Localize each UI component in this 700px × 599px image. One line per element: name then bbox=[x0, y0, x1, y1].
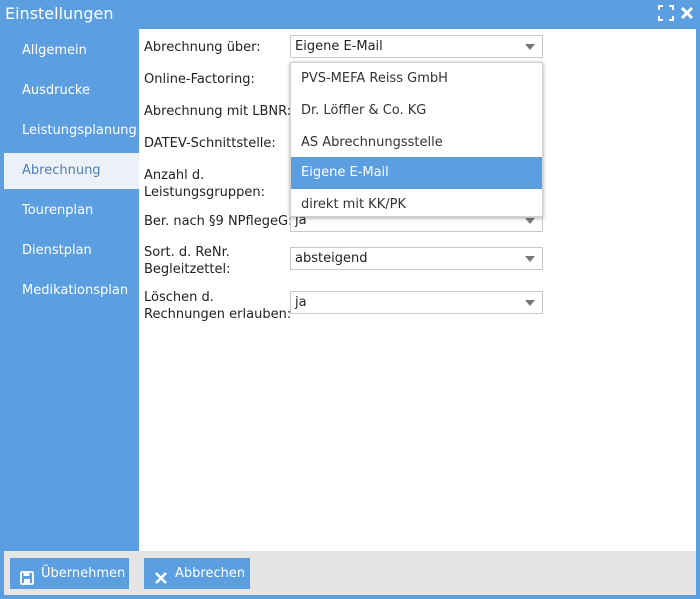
window-content: Allgemein Ausdrucke Leistungsplanung Abr… bbox=[4, 29, 696, 595]
datev-label: DATEV-Schnittstelle: bbox=[144, 136, 276, 151]
chevron-down-icon bbox=[525, 300, 535, 306]
sort-renr-select[interactable]: absteigend bbox=[290, 247, 543, 270]
sort-label-line1: Sort. d. ReNr. bbox=[144, 245, 230, 260]
loeschen-rechnungen-label: Löschen d. Rechnungen erlauben: bbox=[144, 289, 291, 323]
loeschen-label-line1: Löschen d. bbox=[144, 290, 214, 305]
abrechnung-lbnr-label: Abrechnung mit LBNR: bbox=[144, 104, 292, 119]
dropdown-option[interactable]: PVS-MEFA Reiss GmbH bbox=[291, 63, 542, 95]
sort-renr-label: Sort. d. ReNr. Begleitzettel: bbox=[144, 244, 231, 278]
abrechnung-ueber-label: Abrechnung über: bbox=[144, 40, 261, 55]
sidebar-item-allgemein[interactable]: Allgemein bbox=[4, 33, 139, 69]
loeschen-rechnungen-value: ja bbox=[295, 295, 307, 310]
window-title: Einstellungen bbox=[5, 4, 114, 23]
cancel-button-label: Abbrechen bbox=[175, 566, 246, 581]
settings-sidebar: Allgemein Ausdrucke Leistungsplanung Abr… bbox=[4, 29, 139, 551]
cancel-button[interactable]: Abbrechen bbox=[144, 558, 250, 589]
save-icon bbox=[20, 566, 34, 585]
anzahl-leistungsgruppen-label: Anzahl d. Leistungsgruppen: bbox=[144, 167, 265, 201]
online-factoring-label: Online-Factoring: bbox=[144, 72, 255, 87]
dropdown-option-selected[interactable]: Eigene E-Mail bbox=[291, 157, 542, 189]
apply-button-label: Übernehmen bbox=[41, 566, 126, 581]
dropdown-option[interactable]: direkt mit KK/PK bbox=[291, 189, 542, 221]
dialog-footer: Übernehmen Abbrechen bbox=[4, 551, 696, 595]
chevron-down-icon bbox=[525, 256, 535, 262]
anzahl-label-line2: Leistungsgruppen: bbox=[144, 185, 265, 200]
ber-npflegeg-label: Ber. nach §9 NPflegeG: bbox=[144, 214, 293, 229]
sidebar-item-medikationsplan[interactable]: Medikationsplan bbox=[4, 273, 139, 309]
loeschen-rechnungen-select[interactable]: ja bbox=[290, 291, 543, 314]
close-icon bbox=[154, 566, 168, 584]
sidebar-item-leistungsplanung[interactable]: Leistungsplanung bbox=[4, 113, 139, 149]
sidebar-item-ausdrucke[interactable]: Ausdrucke bbox=[4, 73, 139, 109]
sort-label-line2: Begleitzettel: bbox=[144, 262, 231, 277]
dropdown-option[interactable]: Dr. Löffler & Co. KG bbox=[291, 95, 542, 127]
sidebar-item-abrechnung[interactable]: Abrechnung bbox=[4, 153, 139, 189]
dropdown-option[interactable]: AS Abrechnungsstelle bbox=[291, 127, 542, 159]
chevron-down-icon bbox=[525, 44, 535, 50]
sidebar-item-tourenplan[interactable]: Tourenplan bbox=[4, 193, 139, 229]
abrechnung-ueber-select[interactable]: Eigene E-Mail bbox=[290, 35, 543, 58]
abrechnung-ueber-dropdown: PVS-MEFA Reiss GmbH Dr. Löffler & Co. KG… bbox=[290, 62, 543, 217]
sort-renr-value: absteigend bbox=[295, 251, 368, 266]
anzahl-label-line1: Anzahl d. bbox=[144, 168, 205, 183]
abrechnung-ueber-value: Eigene E-Mail bbox=[295, 39, 383, 54]
settings-panel: Abrechnung über: Eigene E-Mail Online-Fa… bbox=[139, 29, 696, 551]
apply-button[interactable]: Übernehmen bbox=[10, 558, 129, 589]
loeschen-label-line2: Rechnungen erlauben: bbox=[144, 307, 292, 322]
settings-window: Einstellungen Allgemein Ausdrucke Leistu… bbox=[0, 0, 700, 599]
sidebar-item-dienstplan[interactable]: Dienstplan bbox=[4, 233, 139, 269]
maximize-icon[interactable] bbox=[658, 5, 674, 21]
window-titlebar[interactable]: Einstellungen bbox=[0, 0, 700, 28]
close-icon[interactable] bbox=[679, 5, 695, 21]
